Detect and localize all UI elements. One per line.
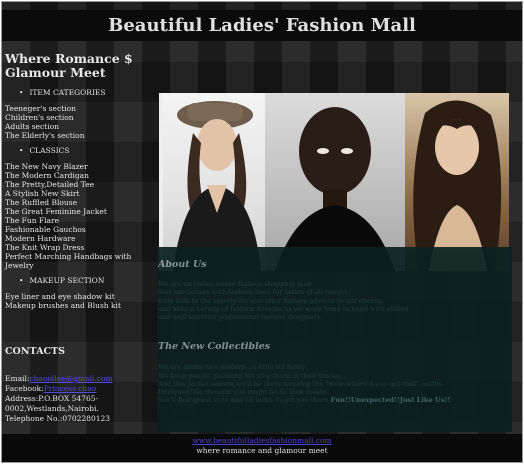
makeup-link[interactable]: Eye liner and eye shadow kit (5, 292, 157, 301)
classic-link[interactable]: The Pretty,Detailed Tee (5, 180, 157, 189)
collectibles-text-line: Intrigued?We thought you might be.So loo… (158, 388, 329, 397)
collectibles-final-text: You'll find great style and all looks to… (158, 396, 331, 405)
facebook-row: Facebook:Princess chao (5, 384, 160, 394)
about-text-line: from kids to the elderly.We also offer f… (158, 296, 384, 305)
classic-link[interactable]: The Fun Flare (5, 216, 157, 225)
collectibles-text-line: We keep people guessing.We stop them in … (158, 371, 342, 380)
hero-photos (159, 93, 509, 271)
email-link[interactable]: chaoollee@gmail.com (29, 374, 112, 383)
main-content: About Us We are an online based fashion … (157, 247, 512, 432)
model-photo-long-hair (405, 93, 509, 271)
classic-link[interactable]: The Ruffled Blouse (5, 198, 157, 207)
classic-link[interactable]: The Knit Wrap Dress (5, 243, 157, 252)
about-text-line: and well talented professional fashion d… (158, 313, 323, 322)
site-tagline: Where Romance $ Glamour Meet (5, 51, 133, 80)
collectibles-highlight-text: Fun!!Unexpected!!Just Like Us!! (330, 396, 451, 405)
collectibles-text-line: And this Jacket season,we'll be there we… (158, 379, 445, 388)
item-categories-list: Teeneger's section Children's section Ad… (5, 104, 157, 140)
classics-list: The New Navy Blazer The Modern Cardigan … (5, 162, 157, 270)
footer-tagline: where romance and glamour meet (196, 446, 328, 455)
model-long-hair-image (413, 100, 502, 271)
item-categories-heading: ITEM CATEGORIES (19, 88, 157, 97)
category-link[interactable]: Adults section (5, 122, 157, 131)
classic-link[interactable]: The Modern Cardigan (5, 171, 157, 180)
collectibles-text-line: We are distinctive,modern...a little bit… (158, 363, 307, 372)
site-footer: www.beautifulladiesfashionmall.com where… (2, 434, 522, 462)
makeup-link[interactable]: Makeup brushes and Blush kit (5, 301, 157, 310)
makeup-list: Eye liner and eye shadow kit Makeup brus… (5, 292, 157, 310)
classic-link[interactable]: The New Navy Blazer (5, 162, 157, 171)
model-photo-hat (163, 93, 265, 271)
email-label: Email: (5, 374, 30, 383)
makeup-heading: MAKEUP SECTION (19, 276, 157, 285)
category-link[interactable]: Teeneger's section (5, 104, 157, 113)
sidebar: Where Romance $ Glamour Meet ITEM CATEGO… (5, 52, 157, 316)
classic-link[interactable]: Fashionable Gauchos (5, 225, 157, 234)
telephone-text: Telephone No.:0702280123 (5, 414, 111, 423)
model-photo-bald (265, 93, 405, 271)
category-link[interactable]: The Elderly's section (5, 131, 157, 140)
classics-heading: CLASSICS (19, 146, 157, 155)
about-text-line: that specialises with fashion lines for … (158, 288, 350, 297)
contacts-section: CONTACTS Email:chaoollee@gmail.com Faceb… (5, 347, 160, 424)
model-with-hat-image (173, 101, 261, 271)
classic-link[interactable]: The Great Feminine Jacket (5, 207, 157, 216)
classic-link[interactable]: A Stylish New Skirt (5, 189, 157, 198)
about-text-line: We are an online based fashion shopping … (158, 280, 312, 289)
about-heading: About Us (158, 259, 207, 270)
page-title: Beautiful Ladies' Fashion Mall (108, 15, 416, 36)
footer-site-link[interactable]: www.beautifulladiesfashionmall.com (2, 436, 522, 446)
about-text-line: and have a variety of fashion designs as… (158, 304, 409, 313)
email-row: Email:chaoollee@gmail.com (5, 374, 160, 384)
facebook-link[interactable]: Princess chao (44, 384, 97, 393)
facebook-label: Facebook: (5, 384, 44, 393)
page-frame: Beautiful Ladies' Fashion Mall Where Rom… (1, 1, 523, 463)
collectibles-heading: The New Collectibles (158, 341, 271, 353)
collectibles-final-line: You'll find great style and all looks to… (158, 396, 512, 404)
category-link[interactable]: Children's section (5, 113, 157, 122)
site-header: Beautiful Ladies' Fashion Mall (2, 10, 522, 41)
contacts-heading: CONTACTS (5, 346, 65, 357)
classic-link[interactable]: Modern Hardware (5, 234, 157, 243)
address-text: Address:P.O.BOX 54765-0002,Westlands,Nai… (5, 394, 99, 413)
model-bald-image (275, 107, 395, 271)
classic-link[interactable]: Perfect Marching Handbags with Jewelry (5, 252, 157, 270)
